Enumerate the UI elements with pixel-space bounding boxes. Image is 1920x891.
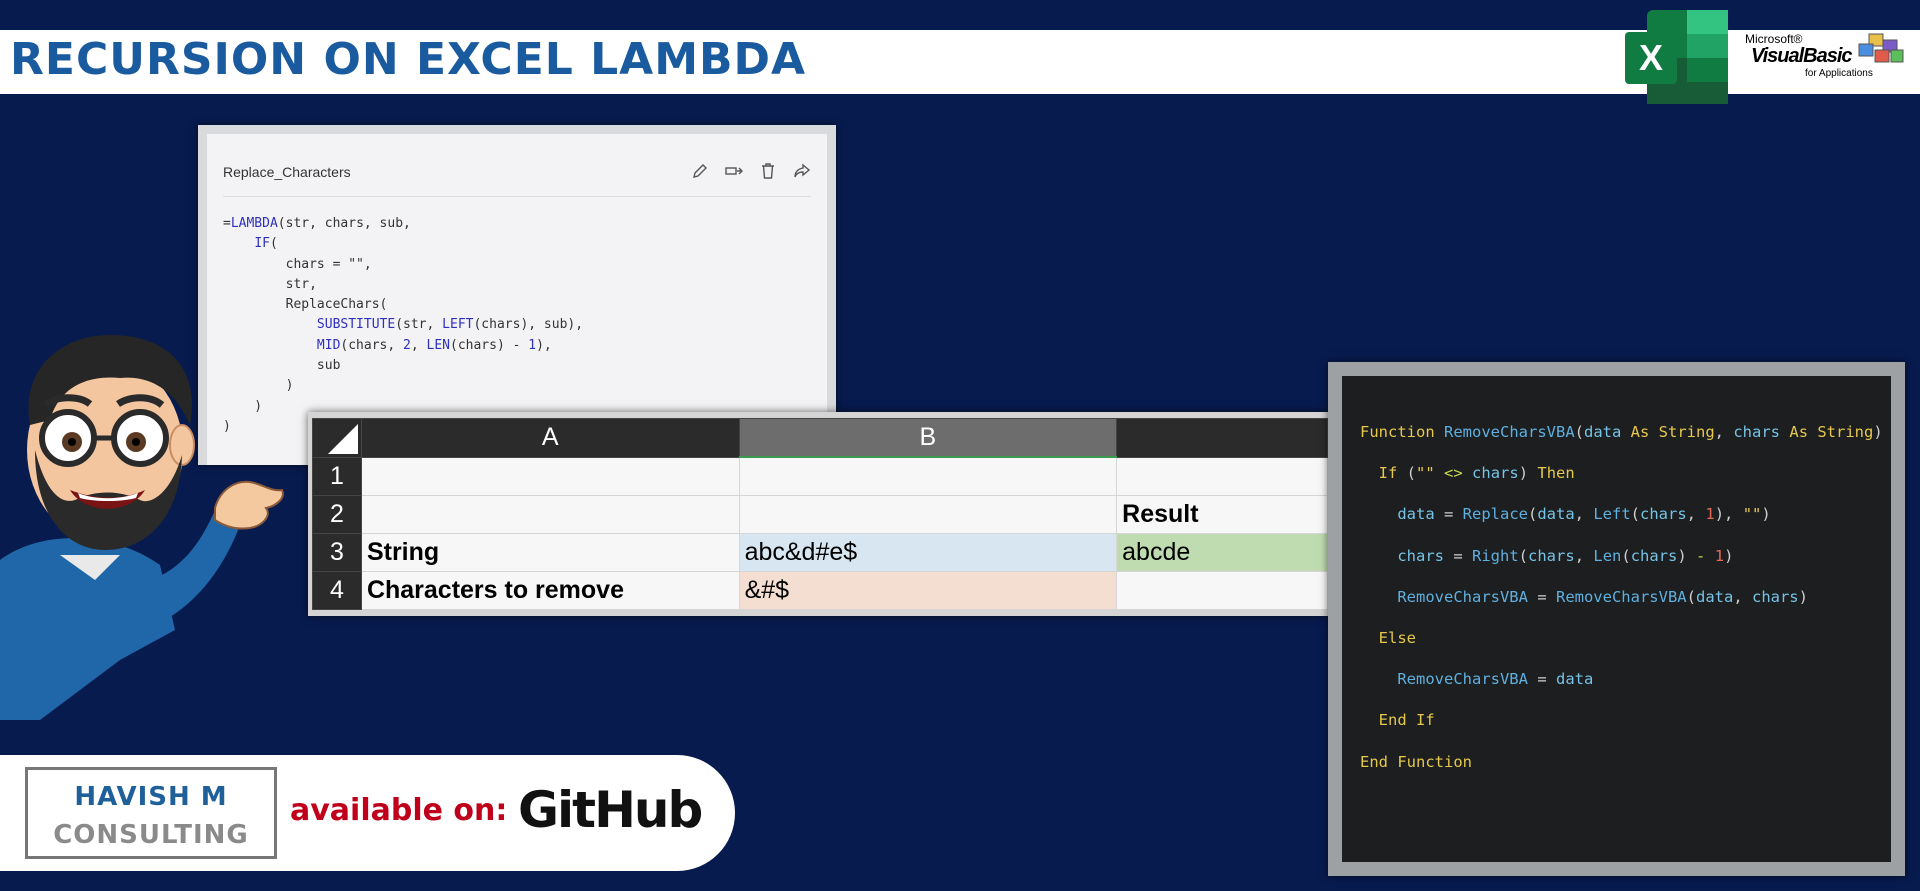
available-label: available on: [290, 793, 508, 828]
cell-c2-result-label[interactable]: Result [1116, 495, 1328, 534]
lambda-toolbar [691, 162, 811, 180]
brand-logo: HAVISH M CONSULTING [25, 767, 277, 859]
rename-icon[interactable] [725, 162, 743, 180]
cell-b2[interactable] [738, 495, 1118, 534]
trash-icon[interactable] [759, 162, 777, 180]
cell-a4-chars-label[interactable]: Characters to remove [360, 571, 740, 610]
page-title: RECURSION ON EXCEL LAMBDA [10, 34, 807, 85]
column-header-c[interactable] [1116, 418, 1328, 458]
row-header-2[interactable]: 2 [312, 495, 362, 534]
cell-b3-string-value[interactable]: abc&d#e$ [738, 533, 1118, 572]
vba-editor: Function RemoveCharsVBA(data As String, … [1342, 376, 1891, 862]
spreadsheet-grid: A B 1 2 Result 3 String abc&d#e$ abcde 4… [312, 418, 1328, 610]
row-header-3[interactable]: 3 [312, 533, 362, 572]
vba-code-panel: Function RemoveCharsVBA(data As String, … [1328, 362, 1905, 876]
footer-badge: HAVISH M CONSULTING available on: GitHub [0, 755, 735, 871]
cell-c3-result-value[interactable]: abcde [1116, 533, 1328, 572]
cell-b1[interactable] [738, 456, 1118, 496]
brand-line1: HAVISH M [74, 782, 228, 812]
brand-line2: CONSULTING [53, 820, 249, 850]
share-icon[interactable] [793, 162, 811, 180]
cell-a2[interactable] [360, 495, 740, 534]
vba-code: Function RemoveCharsVBA(data As String, … [1360, 423, 1883, 771]
cell-c1[interactable] [1116, 456, 1328, 496]
column-header-b[interactable]: B [738, 418, 1118, 458]
vba-logo: Microsoft® VisualBasic for Applications [1745, 32, 1905, 82]
excel-icon: X [1625, 10, 1728, 104]
cell-a3-string-label[interactable]: String [360, 533, 740, 572]
vba-microsoft-text: Microsoft® [1745, 32, 1803, 46]
cell-c4[interactable] [1116, 571, 1328, 610]
cubes-icon [1858, 33, 1904, 63]
divider [223, 196, 811, 197]
cartoon-avatar [0, 335, 284, 720]
lambda-name: Replace_Characters [223, 164, 351, 180]
select-all-corner[interactable] [312, 418, 362, 458]
svg-text:X: X [1639, 37, 1663, 78]
row-header-1[interactable]: 1 [312, 456, 362, 496]
cell-b4-chars-value[interactable]: &#$ [738, 571, 1118, 610]
spreadsheet: A B 1 2 Result 3 String abc&d#e$ abcde 4… [308, 412, 1328, 616]
github-logo: GitHub [518, 781, 703, 839]
row-header-4[interactable]: 4 [312, 571, 362, 610]
vba-visual-basic-text: VisualBasic [1751, 45, 1853, 67]
vba-for-applications-text: for Applications [1805, 68, 1873, 79]
pencil-icon[interactable] [691, 162, 709, 180]
column-header-a[interactable]: A [360, 418, 740, 458]
cell-a1[interactable] [360, 456, 740, 496]
